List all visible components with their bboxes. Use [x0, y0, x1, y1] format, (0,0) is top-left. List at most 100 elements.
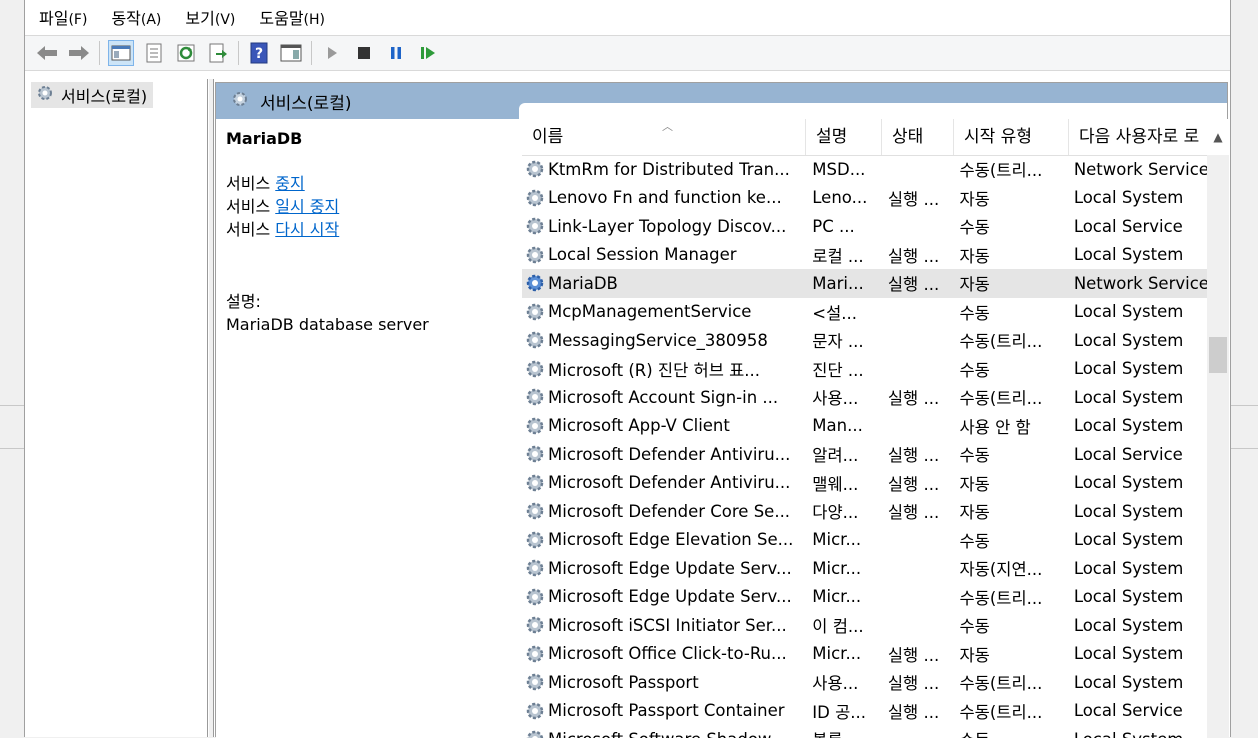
table-row[interactable]: McpManagementService <설... 수동 Local System: [522, 298, 1207, 327]
tree-item-services-local[interactable]: 서비스(로컬): [31, 82, 154, 108]
service-name: Microsoft iSCSI Initiator Ser...: [548, 615, 787, 635]
help-icon[interactable]: ?: [247, 41, 271, 65]
cell-name: Microsoft Office Click-to-Ru...: [522, 643, 804, 665]
menu-action[interactable]: 동작(A): [111, 5, 161, 29]
cell-status: 실행 ...: [887, 474, 940, 494]
cell-startup-type: 수동: [959, 531, 990, 551]
cell-name: Microsoft Edge Elevation Se...: [522, 529, 804, 551]
table-row[interactable]: Microsoft Defender Core Se... 다양... 실행 ...…: [522, 497, 1207, 526]
table-row[interactable]: Microsoft Office Click-to-Ru... Micr... 실행…: [522, 640, 1207, 669]
cell-name: Microsoft Passport Container: [522, 700, 804, 722]
table-row[interactable]: MariaDB Mari... 실행 ... 자동 Network Service: [522, 269, 1207, 298]
service-gear-icon: [524, 472, 546, 494]
table-row[interactable]: Microsoft Passport Container ID 공... 실행 ..…: [522, 697, 1207, 726]
table-row[interactable]: Microsoft Defender Antiviru... 알려... 실행 ..…: [522, 440, 1207, 469]
cell-description: 문자 ...: [812, 332, 864, 352]
pane-header: 서비스(로컬): [216, 83, 1227, 119]
service-name: Microsoft Edge Update Serv...: [548, 587, 792, 607]
service-gear-icon: [524, 358, 546, 380]
vertical-scrollbar[interactable]: ▲: [1207, 119, 1229, 738]
service-name: Microsoft Defender Antiviru...: [548, 444, 791, 464]
cell-startup-type: 자동: [959, 189, 990, 209]
table-row[interactable]: Local Session Manager 로컬 ... 실행 ... 자동 Local…: [522, 241, 1207, 270]
table-row[interactable]: Microsoft iSCSI Initiator Ser... 이 컴... 수동…: [522, 611, 1207, 640]
background-window-strip-right: [1231, 405, 1258, 449]
table-row[interactable]: Microsoft Edge Update Serv... Micr... 자동(지…: [522, 554, 1207, 583]
service-gear-icon: [524, 529, 546, 551]
table-row[interactable]: Lenovo Fn and function ke... Leno... 실행 ..…: [522, 184, 1207, 213]
toolbar-separator: [238, 41, 239, 65]
menu-file[interactable]: 파일(F): [39, 5, 87, 29]
services-gear-icon: [35, 83, 55, 107]
menu-help[interactable]: 도움말(H): [259, 5, 325, 29]
cell-log-on-as: Local Service: [1073, 216, 1183, 236]
service-name: Local Session Manager: [548, 245, 737, 265]
table-row[interactable]: KtmRm for Distributed Tran... MSD... 수동(트리…: [522, 155, 1207, 184]
start-service-icon[interactable]: [320, 41, 344, 65]
show-hide-action-pane-icon[interactable]: [279, 41, 303, 65]
table-row[interactable]: Microsoft Software Shadow...볼륨...수동Local…: [522, 725, 1207, 738]
action-stop-line: 서비스 중지: [226, 174, 305, 193]
back-arrow-icon[interactable]: [35, 41, 59, 65]
cell-description: <설...: [812, 303, 858, 323]
cell-status: 실행 ...: [887, 389, 940, 409]
cell-startup-type: 수동(트리...: [959, 702, 1043, 722]
menu-view[interactable]: 보기(V): [185, 5, 235, 29]
description-text: MariaDB database server: [226, 315, 429, 334]
column-header-status[interactable]: 상태: [882, 119, 954, 155]
table-row[interactable]: MessagingService_380958 문자 ... 수동(트리... Loc…: [522, 326, 1207, 355]
column-header-startup-type[interactable]: 시작 유형: [954, 119, 1069, 155]
stop-service-icon[interactable]: [352, 41, 376, 65]
pause-service-icon[interactable]: [384, 41, 408, 65]
tree-item-label: 서비스(로컬): [61, 87, 148, 106]
column-header-log-on-as[interactable]: 다음 사용자로 로: [1069, 119, 1211, 155]
cell-startup-type: 수동(트리...: [959, 389, 1043, 409]
cell-name: Microsoft Edge Update Serv...: [522, 586, 804, 608]
service-name: Microsoft Passport: [548, 672, 699, 692]
cell-name: McpManagementService: [522, 301, 804, 323]
cell-log-on-as: Local System: [1073, 188, 1184, 208]
cell-startup-type: 수동: [959, 218, 990, 238]
properties-icon[interactable]: [142, 41, 166, 65]
restart-link[interactable]: 다시 시작: [275, 220, 339, 239]
cell-startup-type: 수동(트리...: [959, 588, 1043, 608]
cell-name: Microsoft iSCSI Initiator Ser...: [522, 614, 804, 636]
cell-description: MSD...: [812, 159, 866, 179]
table-row[interactable]: Microsoft (R) 진단 허브 표... 진단 ... 수동 Local Sy…: [522, 355, 1207, 384]
table-row[interactable]: Microsoft Defender Antiviru... 맬웨... 실행 ..…: [522, 469, 1207, 498]
toolbar: ?: [25, 35, 1230, 71]
export-list-icon[interactable]: [206, 41, 230, 65]
table-row[interactable]: Microsoft Edge Update Serv... Micr... 수동(트…: [522, 583, 1207, 612]
service-gear-icon: [524, 301, 546, 323]
cell-name: KtmRm for Distributed Tran...: [522, 158, 804, 180]
cell-description: ID 공...: [812, 702, 867, 722]
table-row[interactable]: Link-Layer Topology Discov... PC ... 수동 Loc…: [522, 212, 1207, 241]
refresh-icon[interactable]: [174, 41, 198, 65]
cell-name: Local Session Manager: [522, 244, 804, 266]
service-name: Microsoft Edge Elevation Se...: [548, 530, 794, 550]
table-row[interactable]: Microsoft Edge Elevation Se... Micr... 수동 L…: [522, 526, 1207, 555]
scroll-thumb[interactable]: [1209, 337, 1227, 373]
services-rows: KtmRm for Distributed Tran... MSD... 수동(트리…: [522, 155, 1207, 738]
scroll-up-arrow-icon[interactable]: ▲: [1207, 119, 1229, 155]
stop-link[interactable]: 중지: [275, 174, 304, 193]
cell-startup-type: 수동: [959, 360, 990, 380]
sort-ascending-icon: ︿: [662, 120, 673, 133]
service-name: Microsoft App-V Client: [548, 416, 730, 436]
pause-link[interactable]: 일시 중지: [275, 197, 339, 216]
resume-service-icon[interactable]: [416, 41, 440, 65]
column-header-description[interactable]: 설명: [806, 119, 882, 155]
table-row[interactable]: Microsoft Passport 사용... 실행 ... 수동(트리... Loc…: [522, 668, 1207, 697]
forward-arrow-icon[interactable]: [67, 41, 91, 65]
cell-description: PC ...: [812, 216, 855, 236]
service-gear-icon: [524, 586, 546, 608]
table-row[interactable]: Microsoft Account Sign-in ... 사용... 실행 ...…: [522, 383, 1207, 412]
cell-startup-type: 수동(트리...: [959, 332, 1043, 352]
table-row[interactable]: Microsoft App-V Client Man... 사용 안 함 Local …: [522, 412, 1207, 441]
service-gear-icon: [524, 500, 546, 522]
cell-status: 실행 ...: [887, 246, 940, 266]
splitter[interactable]: [209, 79, 214, 737]
background-window-strip-left: [0, 405, 24, 449]
console-tree-icon[interactable]: [108, 40, 134, 66]
main-content: 서비스(로컬) 서비스(로컬) MariaDB 서비스 중지 서비스 일시 중지…: [25, 79, 1230, 738]
